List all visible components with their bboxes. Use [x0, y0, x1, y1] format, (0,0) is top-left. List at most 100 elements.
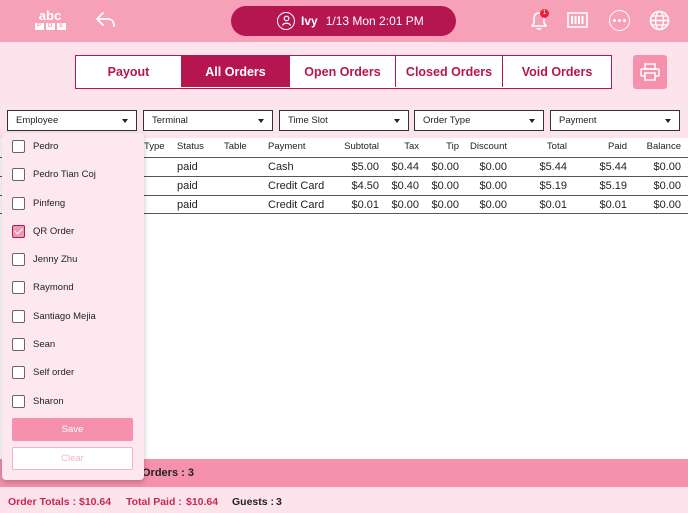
chevron-down-icon — [122, 119, 128, 123]
register-icon[interactable] — [567, 11, 588, 29]
checkbox[interactable] — [12, 337, 25, 351]
employee-option[interactable]: QR Order — [12, 223, 74, 239]
column-header[interactable]: Type — [144, 141, 165, 152]
tab-closed-orders[interactable]: Closed Orders — [396, 56, 503, 87]
column-header[interactable]: Status — [177, 141, 204, 152]
order-tabs: Payout All Orders Open Orders Closed Ord… — [75, 55, 612, 89]
cell-total: $5.44 — [539, 161, 567, 173]
cell-balance: $0.00 — [653, 180, 681, 192]
checkbox-checked[interactable] — [12, 224, 25, 238]
cell-tip: $0.00 — [431, 199, 459, 211]
clear-button[interactable]: Clear — [12, 447, 133, 470]
checkbox[interactable] — [12, 139, 25, 153]
orders-count: Orders : 3 — [142, 467, 194, 479]
top-bar: abc P O S Ivy 1/13 Mon 2:01 PM 1 — [0, 0, 688, 42]
checkbox[interactable] — [12, 309, 25, 323]
cell-tip: $0.00 — [431, 180, 459, 192]
terminal-filter[interactable]: Terminal — [143, 110, 273, 131]
checkbox[interactable] — [12, 196, 25, 210]
column-header[interactable]: Discount — [460, 141, 507, 152]
employee-option[interactable]: Self order — [12, 364, 74, 380]
checkbox[interactable] — [12, 252, 25, 266]
logo-letter: P — [34, 23, 44, 30]
order-totals-value: $10.64 — [79, 496, 112, 508]
current-datetime: 1/13 Mon 2:01 PM — [325, 14, 424, 28]
employee-option[interactable]: Sharon — [12, 393, 64, 409]
user-name: Ivy — [301, 14, 318, 28]
cell-payment: Credit Card — [268, 180, 325, 192]
guests-value: 3 — [276, 496, 282, 508]
checkbox[interactable] — [12, 280, 25, 294]
column-header[interactable]: Tip — [429, 141, 459, 152]
payment-filter-label: Payment — [559, 115, 597, 126]
chevron-down-icon — [394, 119, 400, 123]
order-type-filter[interactable]: Order Type — [414, 110, 544, 131]
back-arrow-icon[interactable] — [94, 10, 118, 30]
column-header[interactable]: Payment — [268, 141, 306, 152]
tab-open-orders[interactable]: Open Orders — [290, 56, 396, 87]
employee-option[interactable]: Sean — [12, 336, 55, 352]
order-type-filter-label: Order Type — [423, 115, 471, 126]
cell-tax: $0.40 — [391, 180, 419, 192]
cell-paid: $5.19 — [599, 180, 627, 192]
employee-option-label: Sharon — [33, 395, 64, 407]
employee-filter[interactable]: Employee — [7, 110, 137, 131]
guests-label: Guests : — [232, 496, 275, 508]
employee-dropdown: Pedro Pedro Tian Coj Pinfeng QR Order Je… — [2, 133, 144, 480]
tab-all-orders[interactable]: All Orders — [182, 56, 290, 87]
cell-tip: $0.00 — [431, 161, 459, 173]
employee-option-label: QR Order — [33, 225, 75, 237]
employee-option-label: Santiago Mejia — [33, 310, 96, 322]
employee-option-label: Self order — [33, 366, 75, 378]
employee-option[interactable]: Pedro — [12, 138, 58, 154]
logo-text: abc — [38, 8, 62, 23]
more-icon[interactable] — [609, 10, 630, 31]
cell-paid: $0.01 — [599, 199, 627, 211]
checkbox[interactable] — [12, 365, 25, 379]
user-session-pill[interactable]: Ivy 1/13 Mon 2:01 PM — [231, 6, 456, 36]
filter-bar: Employee Terminal Time Slot Order Type P… — [7, 110, 681, 131]
column-header[interactable]: Tax — [390, 141, 419, 152]
checkbox[interactable] — [12, 167, 25, 181]
cell-balance: $0.00 — [653, 199, 681, 211]
employee-option[interactable]: Raymond — [12, 279, 74, 295]
cell-total: $0.01 — [539, 199, 567, 211]
column-header[interactable]: Total — [527, 141, 567, 152]
column-header[interactable]: Paid — [597, 141, 627, 152]
cell-subtotal: $0.01 — [351, 199, 379, 211]
cell-tax: $0.00 — [391, 199, 419, 211]
column-header[interactable]: Subtotal — [330, 141, 379, 152]
column-header[interactable]: Balance — [640, 141, 681, 152]
cell-paid: $5.44 — [599, 161, 627, 173]
employee-option[interactable]: Santiago Mejia — [12, 308, 96, 324]
logo-letters: P O S — [34, 23, 66, 30]
cell-payment: Credit Card — [268, 199, 325, 211]
employee-option-label: Raymond — [33, 281, 74, 293]
globe-icon[interactable] — [649, 10, 670, 31]
cell-status: paid — [177, 161, 198, 173]
save-button[interactable]: Save — [12, 418, 133, 441]
cell-discount: $0.00 — [479, 180, 507, 192]
tab-payout[interactable]: Payout — [76, 56, 182, 87]
time-slot-filter[interactable]: Time Slot — [279, 110, 409, 131]
employee-option-label: Pedro Tian Coj — [33, 168, 96, 180]
employee-option-label: Jenny Zhu — [33, 253, 78, 265]
employee-filter-label: Employee — [16, 115, 59, 126]
employee-option-label: Sean — [33, 338, 56, 350]
payment-filter[interactable]: Payment — [550, 110, 680, 131]
notification-button[interactable]: 1 — [529, 9, 549, 32]
column-header[interactable]: Table — [224, 141, 247, 152]
order-totals-label: Order Totals : — [8, 496, 77, 508]
checkbox[interactable] — [12, 394, 25, 408]
notification-badge: 1 — [540, 9, 549, 18]
employee-option[interactable]: Pedro Tian Coj — [12, 166, 96, 182]
cell-discount: $0.00 — [479, 199, 507, 211]
cell-payment: Cash — [268, 161, 294, 173]
tab-void-orders[interactable]: Void Orders — [503, 56, 611, 87]
totals-bar: Order Totals : $10.64 Total Paid : $10.6… — [0, 487, 688, 513]
employee-option[interactable]: Jenny Zhu — [12, 251, 77, 267]
chevron-down-icon — [258, 119, 264, 123]
employee-option[interactable]: Pinfeng — [12, 195, 65, 211]
cell-subtotal: $4.50 — [351, 180, 379, 192]
print-button[interactable] — [633, 55, 667, 89]
